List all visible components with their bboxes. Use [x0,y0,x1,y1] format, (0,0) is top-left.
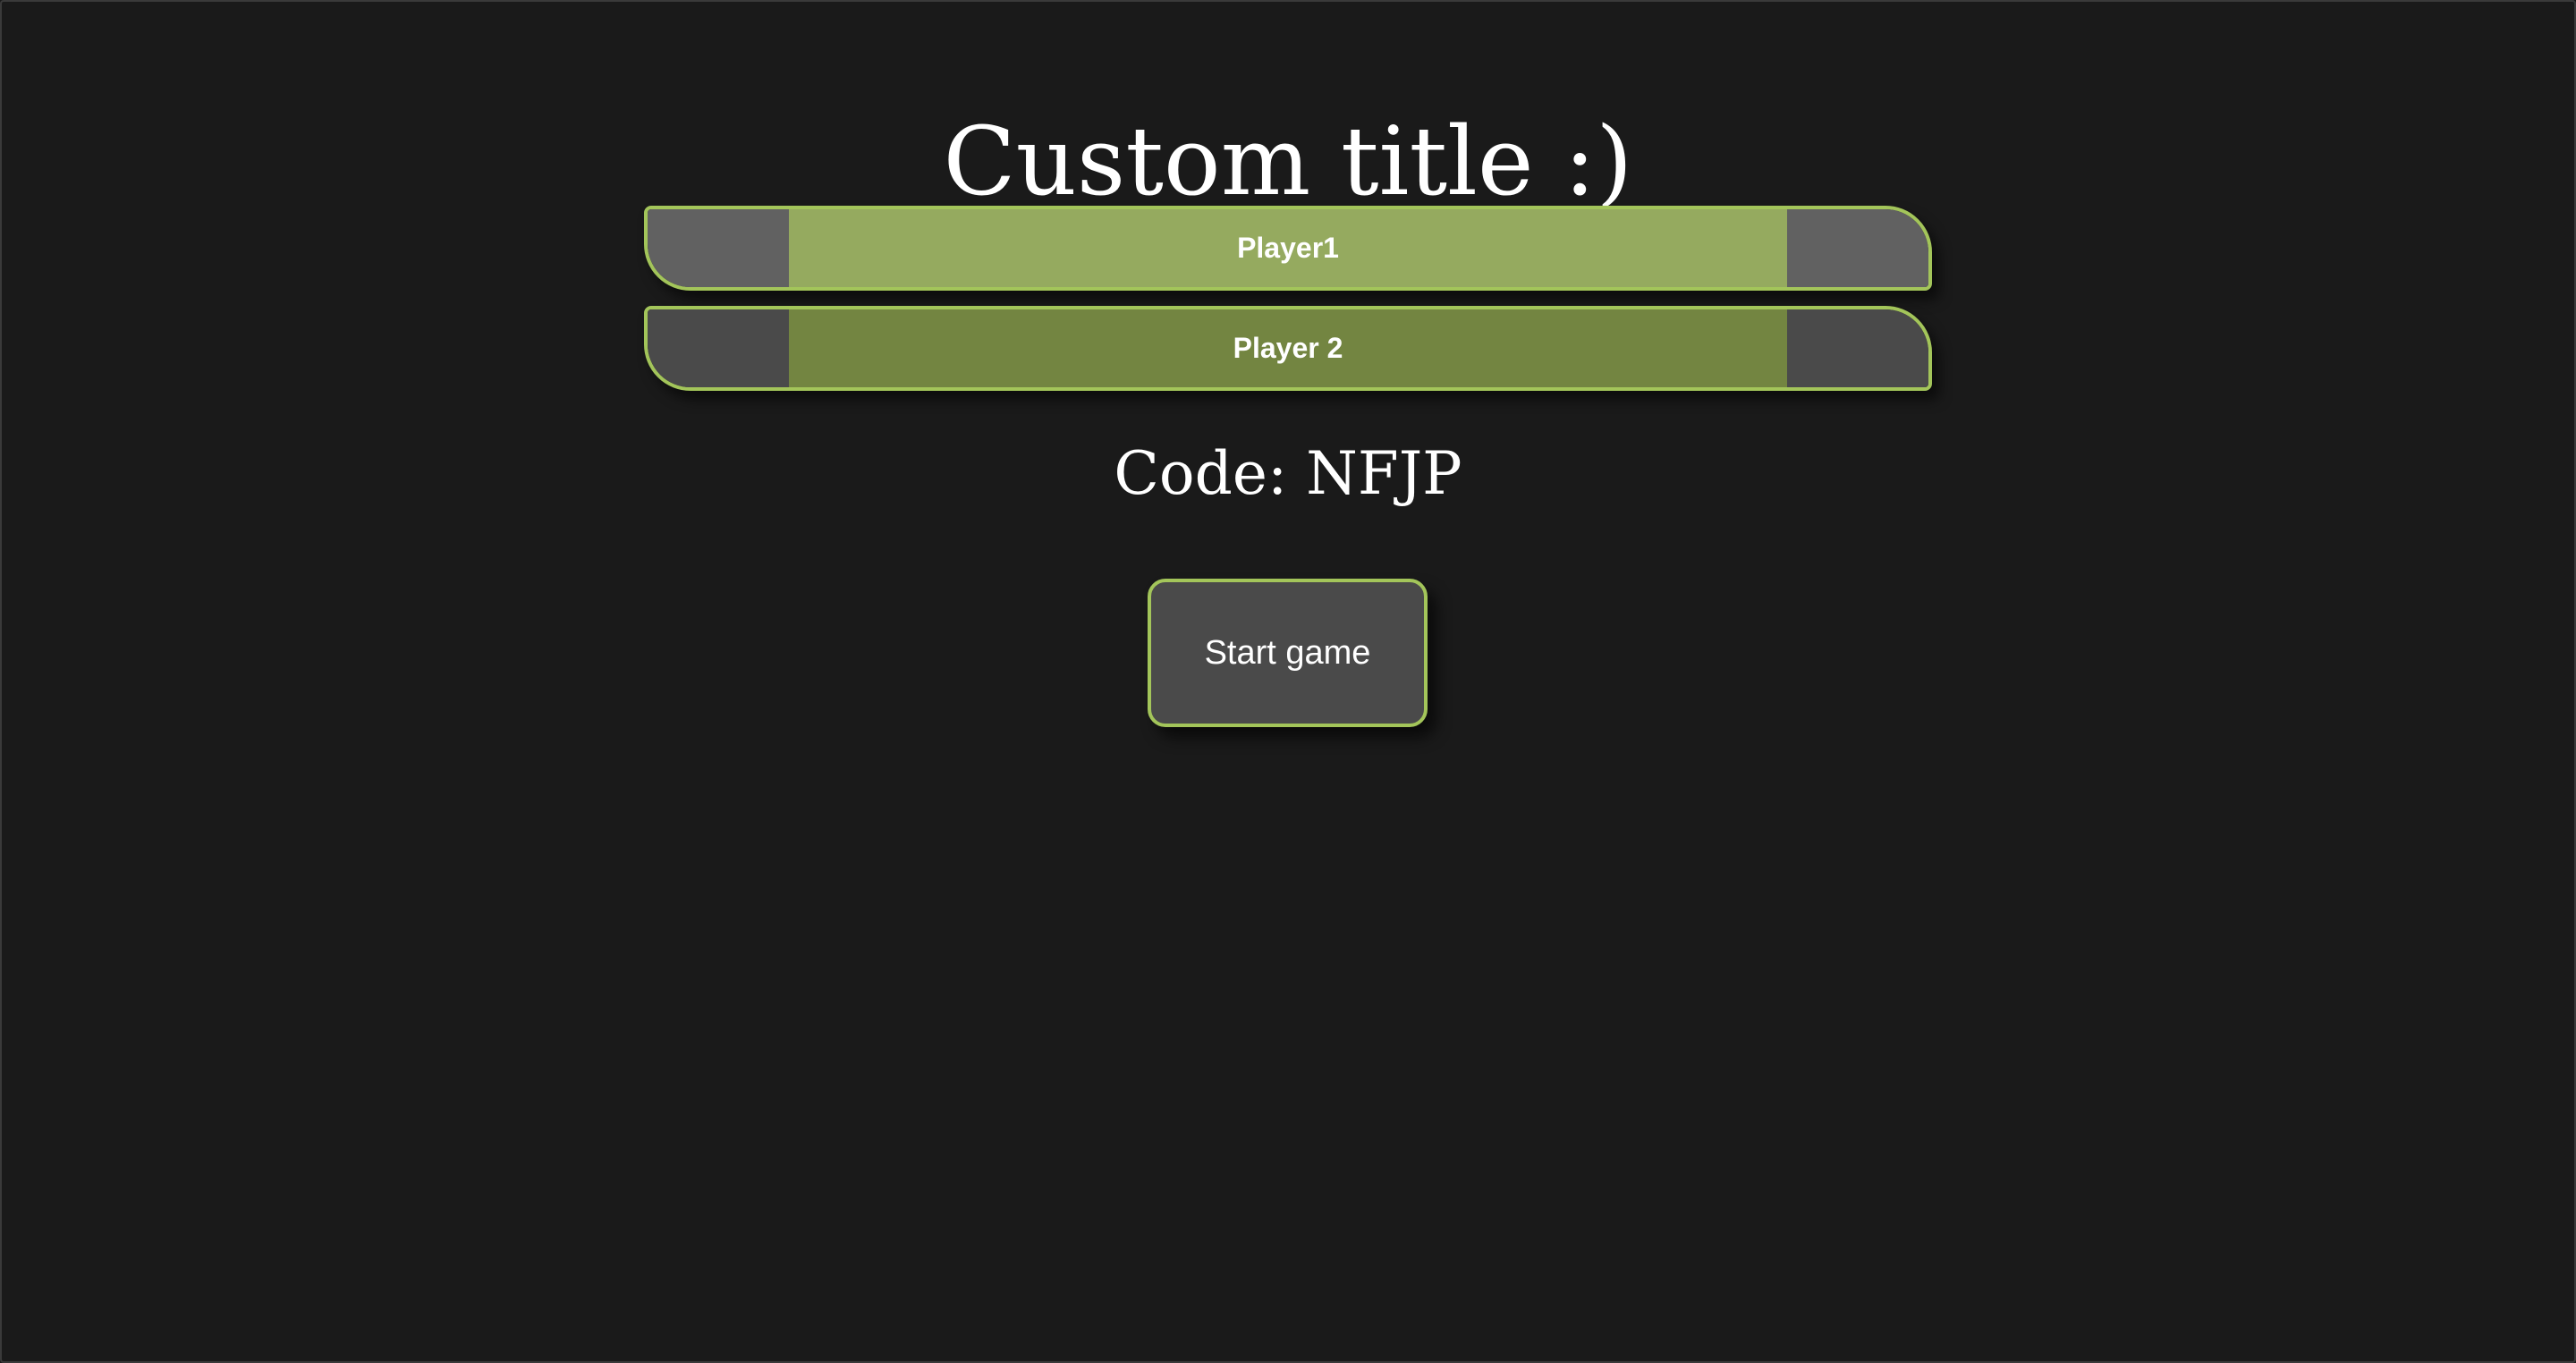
player-slot-left-cap [648,209,789,287]
player-slot-1: Player1 [644,206,1932,291]
room-code: Code: NFJP [1114,439,1462,508]
player-slot-right-cap [1787,209,1928,287]
player-slot-2: Player 2 [644,306,1932,391]
player-name: Player1 [789,209,1787,287]
player-slot-right-cap [1787,309,1928,387]
start-game-button[interactable]: Start game [1148,579,1428,727]
player-name: Player 2 [789,309,1787,387]
player-slot-left-cap [648,309,789,387]
player-list: Player1 Player 2 [644,206,1932,406]
